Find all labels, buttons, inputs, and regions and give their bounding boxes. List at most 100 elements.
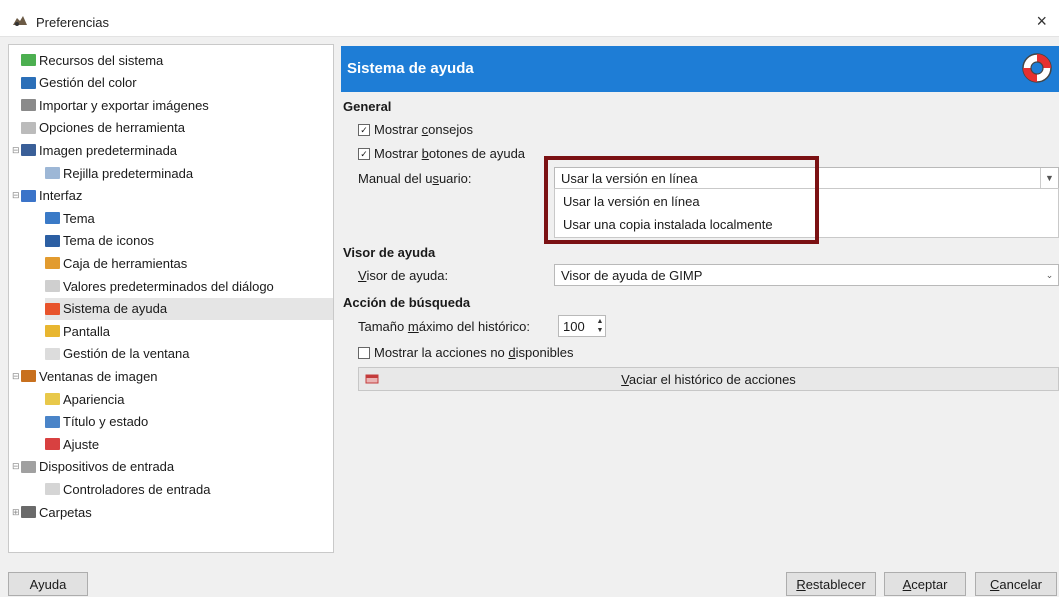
tree-item-window-management[interactable]: Gestión de la ventana — [45, 343, 333, 365]
theme-icon — [45, 212, 60, 225]
import-export-icon — [21, 99, 36, 112]
default-grid-icon — [45, 167, 60, 179]
tree-item-label: Tema — [63, 210, 95, 226]
search-action-heading: Acción de búsqueda — [343, 295, 471, 310]
tree-item-label: Controladores de entrada — [63, 481, 211, 497]
tree-item-folders[interactable]: ⊞ Carpetas — [12, 501, 333, 523]
show-tips-checkbox[interactable]: ✓ Mostrar consejos — [358, 122, 473, 137]
chevron-down-icon[interactable]: ⌄ — [1041, 265, 1058, 285]
tree-item-label: Ventanas de imagen — [39, 368, 158, 384]
toolbox-icon — [45, 257, 60, 270]
tree-item-input-controllers[interactable]: Controladores de entrada — [45, 478, 333, 500]
tree-item-theme[interactable]: Tema — [45, 207, 333, 229]
tree-item-input-devices[interactable]: ⊟ Dispositivos de entrada — [12, 456, 333, 478]
tree-item-dialog-defaults[interactable]: Valores predeterminados del diálogo — [45, 275, 333, 297]
tree-item-label: Pantalla — [63, 323, 110, 339]
tree-item-label: Recursos del sistema — [39, 52, 164, 68]
tree-item-icon-theme[interactable]: Tema de iconos — [45, 230, 333, 252]
tree-item-label: Sistema de ayuda — [63, 301, 168, 317]
collapse-icon[interactable]: ⊟ — [12, 190, 20, 201]
tree-item-label: Imagen predeterminada — [39, 142, 178, 158]
spinner-arrows-icon[interactable]: ▲ ▼ — [596, 317, 604, 335]
tree-item-system-resources[interactable]: Recursos del sistema — [21, 49, 333, 71]
highlight-annotation-box — [544, 156, 819, 244]
tree-item-tool-options[interactable]: Opciones de herramienta — [21, 117, 333, 139]
input-devices-icon — [21, 460, 36, 473]
lifebuoy-icon — [1022, 53, 1052, 83]
tree-item-label: Interfaz — [39, 188, 83, 204]
title-status-icon — [45, 415, 60, 428]
tree-item-toolbox[interactable]: Caja de herramientas — [45, 252, 333, 274]
tree-item-color-management[interactable]: Gestión del color — [21, 72, 333, 94]
system-resources-icon — [21, 54, 36, 66]
tree-item-snapping[interactable]: Ajuste — [45, 433, 333, 455]
tree-item-import-export[interactable]: Importar y exportar imágenes — [21, 94, 333, 116]
title-bar: Preferencias × — [0, 8, 1059, 37]
snapping-icon — [45, 438, 60, 451]
display-icon — [45, 325, 60, 338]
show-help-buttons-checkbox[interactable]: ✓ Mostrar botones de ayuda — [358, 146, 525, 161]
history-size-spinner[interactable]: 100 ▲ ▼ — [558, 315, 606, 337]
clear-history-button[interactable]: Vaciar el histórico de acciones — [358, 367, 1059, 391]
tree-item-title-status[interactable]: Título y estado — [45, 411, 333, 433]
image-windows-icon — [21, 370, 36, 383]
gimp-app-icon — [13, 16, 27, 26]
show-help-buttons-check[interactable]: ✓ — [358, 147, 370, 160]
tree-item-label: Valores predeterminados del diálogo — [63, 278, 274, 294]
expand-icon[interactable]: ⊞ — [12, 507, 20, 518]
tree-item-default-image[interactable]: ⊟ Imagen predeterminada — [12, 139, 333, 161]
default-image-icon — [21, 144, 36, 157]
ok-button[interactable]: Aceptar — [884, 572, 966, 596]
history-size-value: 100 — [563, 319, 585, 334]
collapse-icon[interactable]: ⊟ — [12, 461, 20, 472]
help-viewer-value: Visor de ayuda de GIMP — [561, 268, 703, 283]
tree-item-display[interactable]: Pantalla — [45, 320, 333, 342]
tree-item-help-system[interactable]: Sistema de ayuda — [45, 297, 333, 320]
show-unavailable-check[interactable] — [358, 346, 370, 359]
folders-icon — [21, 506, 36, 518]
reset-button[interactable]: Restablecer — [786, 572, 876, 596]
tool-options-icon — [21, 121, 36, 134]
show-unavailable-label: Mostrar la acciones no disponibles — [374, 345, 574, 360]
clear-history-label: Vaciar el histórico de acciones — [621, 372, 796, 387]
tree-item-interface[interactable]: ⊟ Interfaz — [12, 185, 333, 207]
tree-item-appearance[interactable]: Apariencia — [45, 388, 333, 410]
show-tips-check[interactable]: ✓ — [358, 123, 370, 136]
help-button[interactable]: Ayuda — [8, 572, 88, 596]
tree-item-label: Gestión del color — [39, 75, 137, 91]
chevron-down-icon[interactable]: ▼ — [1040, 168, 1058, 188]
collapse-icon[interactable]: ⊟ — [12, 145, 20, 156]
tree-item-label: Tema de iconos — [63, 233, 155, 249]
tree-item-default-grid[interactable]: Rejilla predeterminada — [45, 162, 333, 184]
interface-icon — [21, 189, 36, 202]
help-viewer-select[interactable]: Visor de ayuda de GIMP ⌄ — [554, 264, 1059, 286]
collapse-icon[interactable]: ⊟ — [12, 371, 20, 382]
preferences-tree: Recursos del sistema Gestión del color Imp… — [8, 44, 334, 553]
tree-item-label: Rejilla predeterminada — [63, 165, 194, 181]
tree-item-label: Caja de herramientas — [63, 255, 188, 271]
close-icon[interactable]: × — [1036, 11, 1047, 32]
show-unavailable-checkbox[interactable]: Mostrar la acciones no disponibles — [358, 345, 573, 360]
tree-item-label: Dispositivos de entrada — [39, 459, 175, 475]
tree-item-label: Importar y exportar imágenes — [39, 97, 209, 113]
dialog-defaults-icon — [45, 280, 60, 292]
tree-item-label: Carpetas — [39, 504, 92, 520]
color-management-icon — [21, 76, 36, 89]
tree-item-label: Opciones de herramienta — [39, 120, 185, 136]
help-viewer-label: Visor de ayuda: — [358, 268, 449, 283]
help-system-panel: Sistema de ayuda General ✓ Mostrar conse… — [341, 46, 1059, 551]
panel-header: Sistema de ayuda — [341, 46, 1059, 92]
tree-item-label: Título y estado — [63, 414, 149, 430]
window-title: Preferencias — [36, 15, 109, 30]
general-heading: General — [343, 99, 392, 114]
show-help-buttons-label: Mostrar botones de ayuda — [374, 146, 526, 161]
cancel-button[interactable]: Cancelar — [975, 572, 1057, 596]
show-tips-label: Mostrar consejos — [374, 122, 473, 137]
help-system-icon — [45, 302, 60, 315]
tree-item-image-windows[interactable]: ⊟ Ventanas de imagen — [12, 365, 333, 387]
panel-title: Sistema de ayuda — [347, 60, 474, 77]
user-manual-label: Manual del usuario: — [358, 171, 472, 186]
tree-item-label: Apariencia — [63, 391, 125, 407]
help-viewer-heading: Visor de ayuda — [343, 245, 436, 260]
icon-theme-icon — [45, 234, 60, 247]
